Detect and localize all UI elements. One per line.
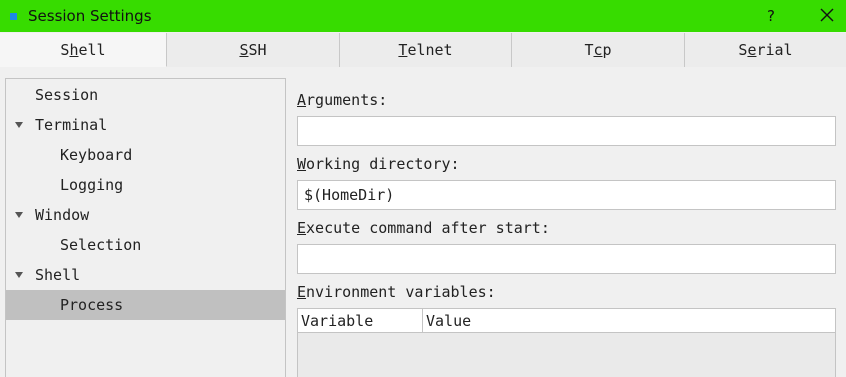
execute-command-label: Execute command after start: (297, 219, 550, 237)
tab-label-mnemonic: T (398, 41, 408, 59)
close-icon (820, 8, 834, 22)
tab-label: S (738, 41, 748, 59)
arguments-label: Arguments: (297, 91, 387, 109)
tree-item-window[interactable]: Window (6, 200, 285, 230)
label-text: nvironment variables: (306, 283, 496, 301)
tab-label: S (60, 40, 70, 59)
tab-label: elnet (407, 41, 453, 59)
tab-ssh[interactable]: S SH (167, 33, 340, 67)
column-header-variable[interactable]: Variable (298, 309, 423, 333)
window-title: Session Settings (28, 7, 152, 25)
working-directory-input[interactable]: $(HomeDir) (297, 180, 836, 210)
arguments-input[interactable] (297, 116, 836, 146)
tab-label: rial (756, 41, 793, 59)
tree-item-selection[interactable]: Selection (6, 230, 285, 260)
tab-label-mnemonic: e (747, 41, 757, 59)
tab-tcp[interactable]: Tcp (512, 33, 685, 67)
tab-label-mnemonic: c (593, 41, 603, 59)
close-button[interactable] (815, 4, 839, 28)
tree-item-keyboard[interactable]: Keyboard (6, 140, 285, 170)
tab-label: SH (248, 41, 267, 59)
tree-item-label: Window (35, 206, 90, 224)
label-text: orking directory: (306, 155, 460, 173)
tree-item-label: Selection (60, 236, 142, 254)
tree-item-label: Terminal (35, 116, 108, 134)
tab-label: p (602, 41, 612, 59)
label-mnemonic: E (297, 283, 307, 301)
tree-item-label: Process (60, 296, 124, 314)
expand-arrow-icon[interactable] (15, 122, 23, 128)
label-text: xecute command after start: (306, 219, 550, 237)
execute-command-input[interactable] (297, 244, 836, 274)
tree-item-label: Session (35, 86, 99, 104)
tree-item-label: Shell (35, 266, 81, 284)
label-mnemonic: A (297, 91, 307, 109)
tree-item-session[interactable]: Session (6, 80, 285, 110)
tab-telnet[interactable]: Telnet (340, 33, 512, 67)
label-mnemonic: E (297, 219, 307, 237)
tab-label: T (584, 41, 594, 59)
tab-label-mnemonic: S (239, 41, 249, 59)
label-text: rguments: (306, 91, 388, 109)
expand-arrow-icon[interactable] (15, 272, 23, 278)
tab-shell[interactable]: Sh ell (0, 33, 167, 67)
tree-item-terminal[interactable]: Terminal (6, 110, 285, 140)
working-directory-label: Working directory: (297, 155, 460, 173)
tab-label-mnemonic: h (69, 40, 79, 59)
column-header-value[interactable]: Value (423, 309, 835, 333)
tab-label: ell (78, 40, 106, 59)
label-mnemonic: W (297, 155, 307, 173)
tree-item-label: Logging (60, 176, 124, 194)
expand-arrow-icon[interactable] (15, 212, 23, 218)
environment-variables-label: Environment variables: (297, 283, 496, 301)
table-header: Variable Value (298, 309, 835, 333)
category-tree: Session Terminal Keyboard Logging Window… (5, 78, 286, 377)
tab-serial[interactable]: Se rial (685, 33, 846, 67)
tree-item-shell[interactable]: Shell (6, 260, 285, 290)
title-bar: Session Settings ? (0, 0, 846, 32)
help-button[interactable]: ? (760, 4, 782, 28)
tree-item-process[interactable]: Process (6, 290, 285, 320)
tree-item-label: Keyboard (60, 146, 133, 164)
tab-bar: Sh ell S SH Telnet Tcp Se rial (0, 33, 846, 67)
app-icon (10, 12, 17, 20)
environment-variables-table[interactable]: Variable Value (297, 308, 836, 377)
tree-item-logging[interactable]: Logging (6, 170, 285, 200)
